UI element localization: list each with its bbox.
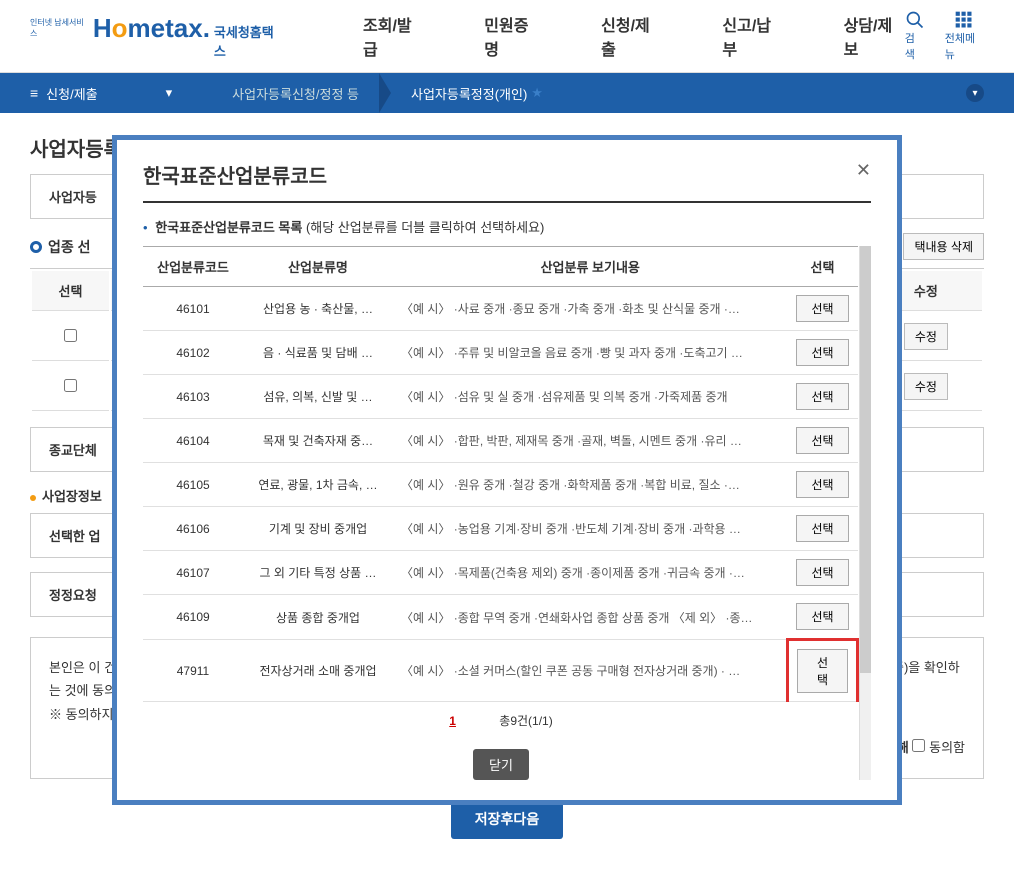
industry-code-modal: 한국표준산업분류코드 ✕ • 한국표준산업분류코드 목록 (해당 산업분류를 더… [112,135,902,805]
cell-code: 46107 [143,551,243,595]
cell-select: 선택 [788,551,858,595]
cell-select: 선택 [788,463,858,507]
cell-desc: 〈예 시〉 ·종합 무역 중개 ·연쇄화사업 종합 상품 중개 〈제 외〉 ·종… [393,595,788,640]
close-icon[interactable]: ✕ [856,160,871,189]
table-row[interactable]: 46106기계 및 장비 중개업〈예 시〉 ·농업용 기계·장비 중개 ·반도체… [143,507,858,551]
select-button[interactable]: 선택 [796,383,848,410]
cell-select: 선택 [788,287,858,331]
cell-select: 선택 [788,419,858,463]
scrollbar[interactable] [859,246,871,780]
select-button[interactable]: 선택 [797,649,848,693]
modal-overlay: 한국표준산업분류코드 ✕ • 한국표준산업분류코드 목록 (해당 산업분류를 더… [0,0,1014,876]
cell-name: 전자상거래 소매 중개업 [243,640,393,702]
close-button[interactable]: 닫기 [473,749,529,780]
cell-desc: 〈예 시〉 ·농업용 기계·장비 중개 ·반도체 기계·장비 중개 ·과학용 … [393,507,788,551]
select-button[interactable]: 선택 [796,559,848,586]
col-code: 산업분류코드 [143,247,243,287]
bullet-icon: • [143,220,148,235]
cell-name: 그 외 기타 특정 상품 … [243,551,393,595]
cell-code: 46109 [143,595,243,640]
modal-sub-bold: 한국표준산업분류코드 목록 [155,220,302,235]
cell-code: 46106 [143,507,243,551]
scrollbar-thumb[interactable] [860,246,871,673]
modal-title: 한국표준산업분류코드 [143,160,327,189]
select-button[interactable]: 선택 [796,471,848,498]
cell-select: 선택 [788,331,858,375]
cell-desc: 〈예 시〉 ·사료 중개 ·종묘 중개 ·가축 중개 ·화초 및 산식물 중개 … [393,287,788,331]
cell-name: 상품 종합 중개업 [243,595,393,640]
cell-desc: 〈예 시〉 ·섬유 및 실 중개 ·섬유제품 및 의복 중개 ·가죽제품 중개 [393,375,788,419]
cell-desc: 〈예 시〉 ·목제품(건축용 제외) 중개 ·종이제품 중개 ·귀금속 중개 ·… [393,551,788,595]
select-button[interactable]: 선택 [796,515,848,542]
table-row[interactable]: 46103섬유, 의복, 신발 및 …〈예 시〉 ·섬유 및 실 중개 ·섬유제… [143,375,858,419]
table-row[interactable]: 46104목재 및 건축자재 중…〈예 시〉 ·합판, 박판, 제재목 중개 ·… [143,419,858,463]
cell-name: 산업용 농 · 축산물, … [243,287,393,331]
industry-code-table: 산업분류코드 산업분류명 산업분류 보기내용 선택 46101산업용 농 · 축… [143,246,859,702]
select-button[interactable]: 선택 [796,427,848,454]
select-button[interactable]: 선택 [796,603,848,630]
cell-desc: 〈예 시〉 ·원유 중개 ·철강 중개 ·화학제품 중개 ·복합 비료, 질소 … [393,463,788,507]
page-info: 총9건(1/1) [499,714,552,728]
col-select: 선택 [788,247,858,287]
cell-name: 연료, 광물, 1차 금속, … [243,463,393,507]
select-button[interactable]: 선택 [796,339,848,366]
col-desc: 산업분류 보기내용 [393,247,788,287]
cell-code: 46104 [143,419,243,463]
table-row[interactable]: 46101산업용 농 · 축산물, …〈예 시〉 ·사료 중개 ·종묘 중개 ·… [143,287,858,331]
table-row[interactable]: 46102음 · 식료품 및 담배 …〈예 시〉 ·주류 및 비알코올 음료 중… [143,331,858,375]
cell-code: 46105 [143,463,243,507]
cell-name: 목재 및 건축자재 중… [243,419,393,463]
select-button[interactable]: 선택 [796,295,848,322]
cell-name: 기계 및 장비 중개업 [243,507,393,551]
table-row[interactable]: 46107그 외 기타 특정 상품 …〈예 시〉 ·목제품(건축용 제외) 중개… [143,551,858,595]
cell-desc: 〈예 시〉 ·소셜 커머스(할인 쿠폰 공동 구매형 전자상거래 중개) · … [393,640,788,702]
modal-subtitle: • 한국표준산업분류코드 목록 (해당 산업분류를 더블 클릭하여 선택하세요) [143,217,871,236]
cell-select: 선택 [788,640,858,702]
cell-code: 46103 [143,375,243,419]
modal-sub-note: (해당 산업분류를 더블 클릭하여 선택하세요) [306,220,544,235]
cell-desc: 〈예 시〉 ·주류 및 비알코올 음료 중개 ·빵 및 과자 중개 ·도축고기 … [393,331,788,375]
page-number[interactable]: 1 [449,714,456,728]
table-row[interactable]: 47911전자상거래 소매 중개업〈예 시〉 ·소셜 커머스(할인 쿠폰 공동 … [143,640,858,702]
cell-select: 선택 [788,507,858,551]
pagination: 1 총9건(1/1) [143,712,859,729]
cell-name: 음 · 식료품 및 담배 … [243,331,393,375]
cell-select: 선택 [788,595,858,640]
cell-code: 47911 [143,640,243,702]
col-name: 산업분류명 [243,247,393,287]
cell-name: 섬유, 의복, 신발 및 … [243,375,393,419]
cell-code: 46101 [143,287,243,331]
table-row[interactable]: 46105연료, 광물, 1차 금속, …〈예 시〉 ·원유 중개 ·철강 중개… [143,463,858,507]
table-row[interactable]: 46109상품 종합 중개업〈예 시〉 ·종합 무역 중개 ·연쇄화사업 종합 … [143,595,858,640]
cell-select: 선택 [788,375,858,419]
cell-code: 46102 [143,331,243,375]
cell-desc: 〈예 시〉 ·합판, 박판, 제재목 중개 ·골재, 벽돌, 시멘트 중개 ·유… [393,419,788,463]
